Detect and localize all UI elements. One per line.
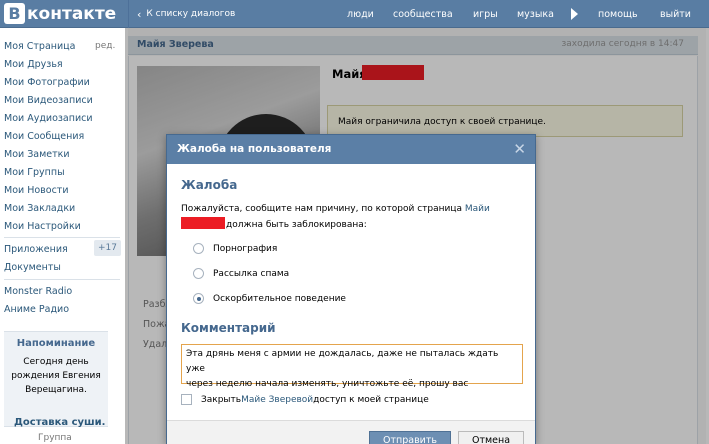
sidebar-item-news[interactable]: Мои Новости: [4, 185, 69, 196]
edit-link[interactable]: ред.: [95, 41, 115, 51]
radio-button[interactable]: [193, 268, 204, 279]
complaint-description: Пожалуйста, сообщите нам причину, по кот…: [181, 202, 521, 233]
back-to-dialogs-link[interactable]: ‹ К списку диалогов: [137, 0, 235, 28]
reminder-line: Сегодня день: [23, 357, 89, 367]
chevron-left-icon: ‹: [137, 7, 142, 21]
dialog-header: Жалоба на пользователя ✕: [167, 135, 535, 164]
desc-text: Пожалуйста, сообщите нам причину, по кот…: [181, 204, 465, 214]
nav-games[interactable]: игры: [473, 0, 498, 28]
reason-label: Порнография: [213, 243, 278, 254]
close-access-option[interactable]: Закрыть Майе Зверевой доступ к моей стра…: [181, 394, 429, 405]
close-access-suffix: доступ к моей странице: [313, 394, 429, 405]
reason-label: Рассылка спама: [213, 268, 290, 279]
send-button[interactable]: Отправить: [369, 431, 451, 444]
sidebar-divider: [4, 279, 120, 280]
comment-line: через неделю начала изменять, уничтожьте…: [186, 379, 469, 389]
play-icon[interactable]: [571, 8, 578, 20]
reminder-line: рождения Евгения: [11, 371, 101, 381]
comment-textarea[interactable]: Эта дрянь меня с армии не дождалась, даж…: [181, 344, 523, 389]
sidebar-item-groups[interactable]: Мои Группы: [4, 167, 65, 178]
apps-count-badge[interactable]: +17: [94, 240, 121, 256]
sidebar-divider: [4, 237, 120, 238]
redaction-block: [181, 217, 225, 229]
reason-label: Оскорбительное поведение: [213, 293, 346, 304]
user-link[interactable]: Майи: [465, 204, 490, 214]
reminder-box: Напоминание Сегодня день рождения Евгени…: [4, 331, 108, 427]
checkbox[interactable]: [181, 394, 192, 405]
reason-option-porn[interactable]: Порнография: [193, 243, 277, 254]
user-link[interactable]: Майе Зверевой: [241, 395, 313, 405]
close-access-prefix: Закрыть: [201, 394, 242, 405]
radio-button-selected[interactable]: [193, 293, 204, 304]
close-icon[interactable]: ✕: [513, 140, 526, 158]
vk-logo-icon: В: [4, 3, 25, 24]
radio-button[interactable]: [193, 243, 204, 254]
top-header: В контакте ‹ К списку диалогов люди сооб…: [0, 0, 709, 28]
sidebar-item-apps[interactable]: Приложения: [4, 244, 68, 255]
ad-title[interactable]: Доставка суши.: [14, 417, 105, 428]
dialog-footer: Отправить Отмена: [167, 420, 535, 444]
sidebar-item-photos[interactable]: Мои Фотографии: [4, 77, 90, 88]
comment-heading: Комментарий: [181, 321, 276, 335]
sidebar-item-notes[interactable]: Мои Заметки: [4, 149, 70, 160]
reminder-title: Напоминание: [16, 338, 96, 349]
sidebar-item-documents[interactable]: Документы: [4, 262, 61, 273]
reason-option-abuse[interactable]: Оскорбительное поведение: [193, 293, 346, 304]
sidebar-item-friends[interactable]: Мои Друзья: [4, 59, 63, 70]
cancel-button[interactable]: Отмена: [458, 431, 524, 444]
sidebar-item-bookmarks[interactable]: Мои Закладки: [4, 203, 75, 214]
sidebar-item-messages[interactable]: Мои Сообщения: [4, 131, 84, 142]
complaint-heading: Жалоба: [181, 178, 238, 192]
dialog-title: Жалоба на пользователя: [177, 143, 332, 155]
nav-communities[interactable]: сообщества: [393, 0, 453, 28]
nav-help[interactable]: помощь: [598, 0, 638, 28]
reason-option-spam[interactable]: Рассылка спама: [193, 268, 289, 279]
header-divider: [128, 0, 129, 28]
sidebar-item-videos[interactable]: Мои Видеозаписи: [4, 95, 93, 106]
ad-subtitle: Группа: [38, 433, 72, 443]
sidebar-item-my-page[interactable]: Моя Страница: [4, 41, 75, 52]
nav-people[interactable]: люди: [347, 0, 374, 28]
nav-logout[interactable]: выйти: [660, 0, 691, 28]
desc-text: должна быть заблокирована:: [226, 220, 367, 230]
reminder-text[interactable]: Сегодня день рождения Евгения Верещагина…: [4, 355, 108, 397]
sidebar-item-anime-radio[interactable]: Аниме Радио: [4, 304, 69, 315]
vk-logo[interactable]: В контакте: [4, 2, 116, 25]
report-user-dialog: Жалоба на пользователя ✕ Жалоба Пожалуйс…: [166, 134, 536, 444]
sidebar-item-audio[interactable]: Мои Аудиозаписи: [4, 113, 93, 124]
logo-text: контакте: [27, 3, 117, 24]
reminder-line: Верещагина.: [25, 385, 87, 395]
sidebar-item-monster-radio[interactable]: Monster Radio: [4, 286, 72, 297]
back-link-label: К списку диалогов: [146, 9, 236, 19]
comment-line: Эта дрянь меня с армии не дождалась, даж…: [186, 349, 499, 374]
sidebar-item-settings[interactable]: Мои Настройки: [4, 221, 81, 232]
nav-music[interactable]: музыка: [517, 0, 554, 28]
left-sidebar: Моя Страница ред. Мои Друзья Мои Фотогра…: [0, 28, 125, 444]
